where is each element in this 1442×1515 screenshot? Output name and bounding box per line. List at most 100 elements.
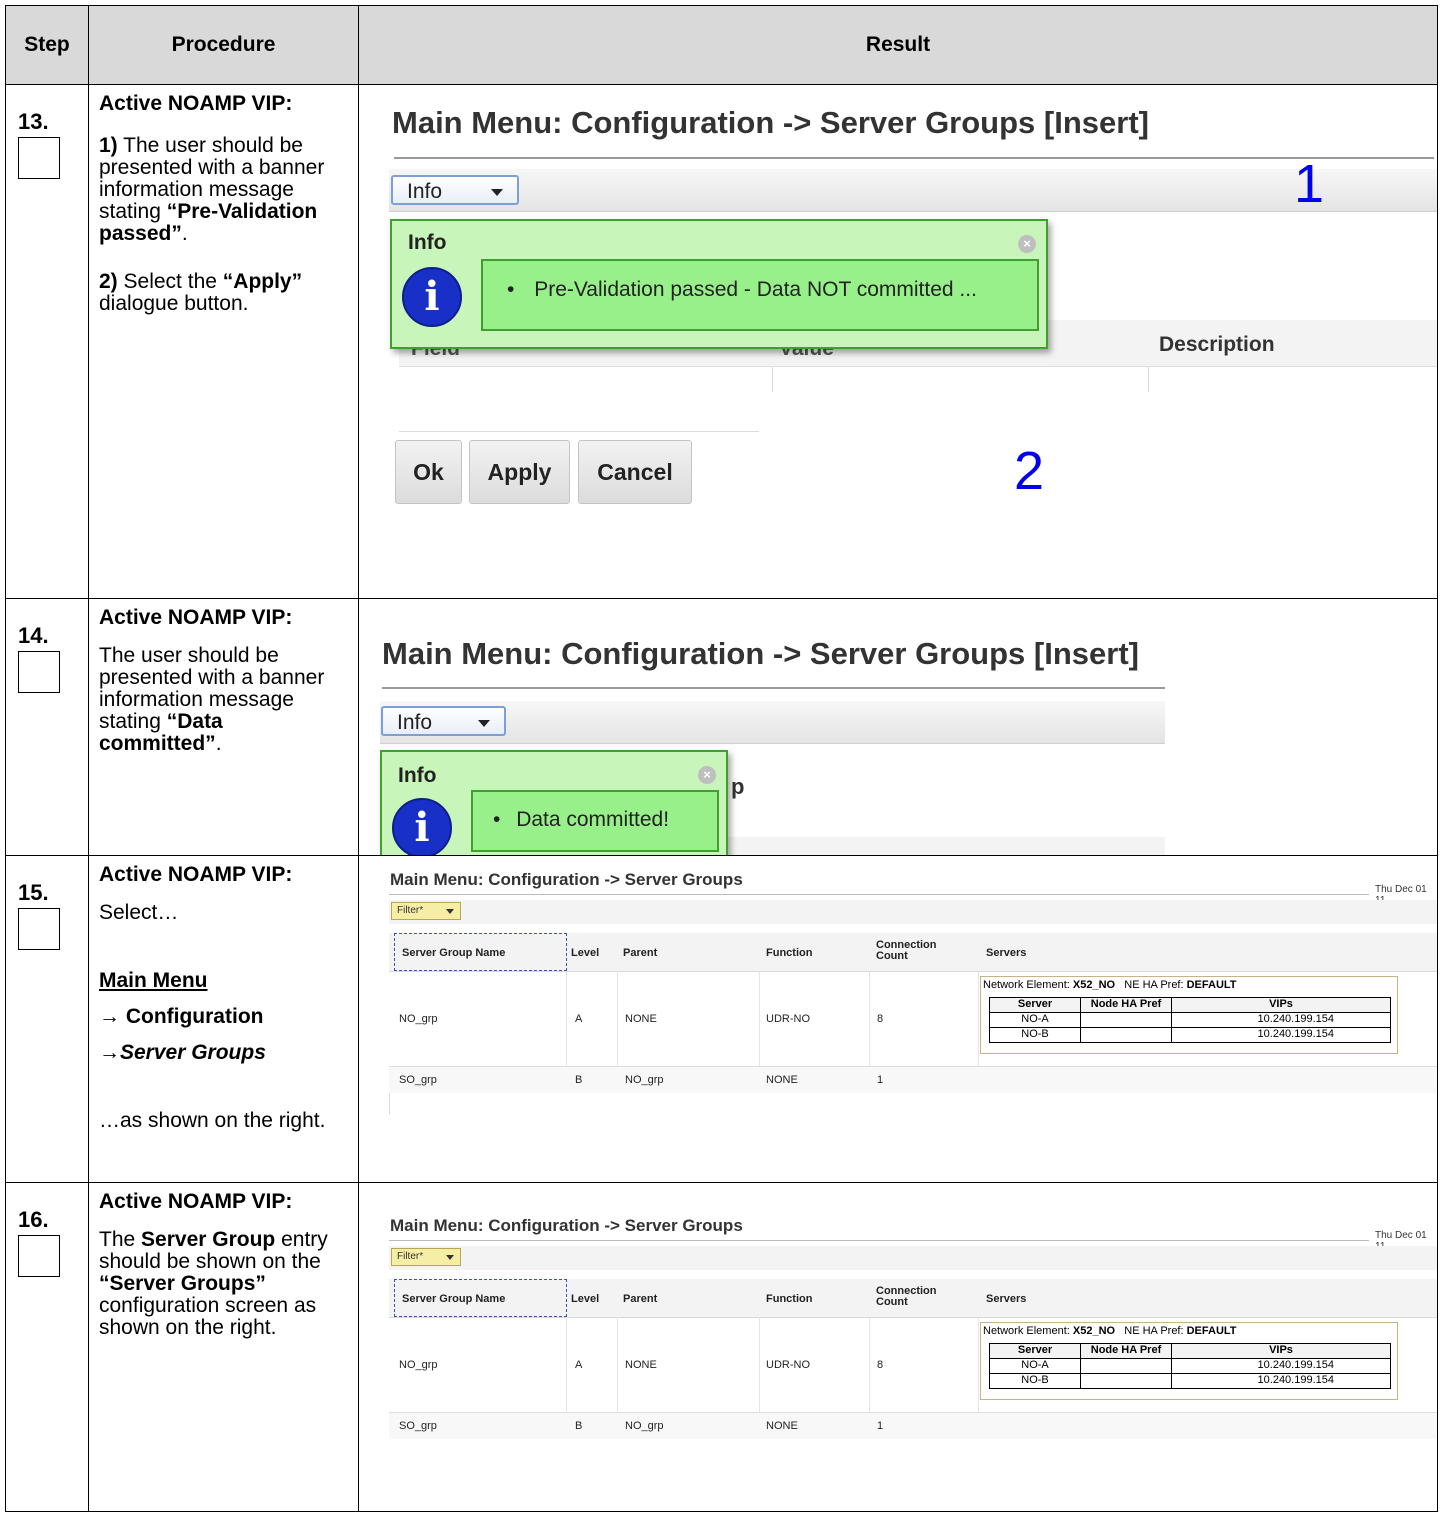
apply-button[interactable]: Apply	[469, 440, 570, 504]
procedure-instruction-1: 1) The user should be presented with a b…	[99, 134, 325, 245]
server-name[interactable]: NO-B	[989, 1373, 1081, 1389]
header-result: Result	[358, 5, 1438, 85]
popup-message: • Pre-Validation passed - Data NOT commi…	[481, 259, 1039, 331]
procedure-instruction-2: 2) Select the “Apply” dialogue button.	[99, 270, 303, 315]
step-checkbox[interactable]	[18, 651, 60, 693]
column-header[interactable]: Function	[766, 1293, 812, 1305]
popup-title: Info	[398, 764, 437, 787]
table-row	[389, 1067, 1437, 1093]
table-cell-name[interactable]: NO_grp	[399, 1013, 438, 1025]
column-header[interactable]: Server Group Name	[402, 947, 505, 959]
column-header[interactable]: Server Group Name	[402, 1293, 505, 1305]
step-row-14: 14. Active NOAMP VIP: The user should be…	[5, 598, 1438, 856]
step-checkbox[interactable]	[18, 1235, 60, 1277]
server-groups-view: Main Menu: Configuration -> Server Group…	[389, 870, 1437, 1120]
column-header[interactable]: Level	[571, 947, 599, 959]
procedure-document: Step Procedure Result 13. Active NOAMP V…	[5, 5, 1438, 1513]
table-cell-count: 1	[877, 1074, 884, 1086]
procedure-heading: Active NOAMP VIP:	[99, 92, 293, 115]
info-icon: i	[392, 798, 452, 855]
table-cell-level: A	[575, 1013, 583, 1025]
step-cell-13: 13.	[5, 84, 89, 599]
table-cell-function: UDR-NO	[766, 1359, 810, 1371]
network-element-box: Network Element: X52_NO NE HA Pref: DEFA…	[980, 1322, 1398, 1400]
close-icon[interactable]: ×	[1018, 235, 1036, 253]
result-cell-14: Main Menu: Configuration -> Server Group…	[358, 598, 1438, 856]
table-cell-parent: NO_grp	[625, 1420, 664, 1432]
servers-subtable: Server Node HA Pref VIPs NO-A 10.240.199.15…	[989, 1343, 1391, 1389]
procedure-cell-14: Active NOAMP VIP: The user should be pre…	[88, 598, 359, 856]
marker-2: 2	[1014, 441, 1045, 501]
cancel-button[interactable]: Cancel	[578, 440, 692, 504]
filter-button[interactable]: Filter*	[391, 1248, 461, 1266]
column-header[interactable]: Connection Count	[876, 940, 956, 962]
result-cell-15: Main Menu: Configuration -> Server Group…	[358, 855, 1438, 1183]
table-cell-name[interactable]: SO_grp	[399, 1420, 437, 1432]
column-header-description-label: Description	[1159, 333, 1275, 356]
header-row: Step Procedure Result	[5, 5, 1438, 85]
table-cell-name[interactable]: SO_grp	[399, 1074, 437, 1086]
procedure-table: Step Procedure Result 13. Active NOAMP V…	[5, 5, 1438, 1512]
chevron-down-icon	[446, 1255, 454, 1260]
header-step: Step	[5, 5, 89, 85]
procedure-heading: Active NOAMP VIP:	[99, 1190, 293, 1213]
column-header[interactable]: Parent	[623, 1293, 657, 1305]
table-cell-name[interactable]: NO_grp	[399, 1359, 438, 1371]
table-cell-level: B	[575, 1074, 583, 1086]
network-element-box: Network Element: X52_NO NE HA Pref: DEFA…	[980, 976, 1398, 1054]
server-name[interactable]: NO-A	[989, 1358, 1081, 1374]
form-table-header	[726, 837, 1165, 855]
column-header[interactable]: Function	[766, 947, 812, 959]
table-cell-function: NONE	[766, 1420, 798, 1432]
ok-button[interactable]: Ok	[395, 440, 462, 504]
table-cell-level: B	[575, 1420, 583, 1432]
table-cell-function: UDR-NO	[766, 1013, 810, 1025]
step-checkbox[interactable]	[18, 908, 60, 950]
step-row-16: 16. Active NOAMP VIP: The Server Group e…	[5, 1182, 1438, 1512]
close-icon[interactable]: ×	[698, 766, 716, 784]
step-cell-15: 15.	[5, 855, 89, 1183]
step-number: 13.	[18, 109, 49, 134]
table-cell-count: 1	[877, 1420, 884, 1432]
toolbar	[389, 900, 1437, 924]
column-header[interactable]: Connection Count	[876, 1286, 956, 1308]
background-text: p	[731, 774, 745, 799]
chevron-down-icon	[491, 189, 503, 196]
step-cell-14: 14.	[5, 598, 89, 856]
step-number: 14.	[18, 623, 49, 648]
table-cell-parent: NONE	[625, 1359, 657, 1371]
step-row-15: 15. Active NOAMP VIP: Select… Main Menu …	[5, 855, 1438, 1183]
menu-path-main: Main Menu	[99, 969, 208, 992]
procedure-cell-16: Active NOAMP VIP: The Server Group entry…	[88, 1182, 359, 1512]
server-name[interactable]: NO-A	[989, 1012, 1081, 1028]
info-popup: Info × i • Pre-Validation passed - Data …	[390, 219, 1048, 349]
filter-button[interactable]: Filter*	[391, 902, 461, 920]
info-dropdown-button[interactable]: Info	[391, 175, 519, 205]
info-dropdown-button[interactable]: Info	[381, 706, 506, 736]
page-title: Main Menu: Configuration -> Server Group…	[392, 105, 1149, 140]
column-header[interactable]: Servers	[986, 1293, 1026, 1305]
procedure-tail: …as shown on the right.	[99, 1109, 326, 1132]
result-cell-13: Main Menu: Configuration -> Server Group…	[358, 84, 1438, 599]
server-name[interactable]: NO-B	[989, 1027, 1081, 1043]
menu-path-server-groups: →Server Groups	[99, 1041, 266, 1064]
column-header[interactable]: Servers	[986, 947, 1026, 959]
server-groups-view: Main Menu: Configuration -> Server Group…	[389, 1216, 1437, 1466]
column-header[interactable]: Level	[571, 1293, 599, 1305]
page-title: Main Menu: Configuration -> Server Group…	[382, 636, 1139, 671]
column-header[interactable]: Parent	[623, 947, 657, 959]
procedure-cell-15: Active NOAMP VIP: Select… Main Menu → Co…	[88, 855, 359, 1183]
popup-title: Info	[408, 231, 447, 254]
popup-message: • Data committed!	[471, 790, 719, 852]
procedure-select: Select…	[99, 901, 179, 924]
step-number: 16.	[18, 1207, 49, 1232]
info-popup: Info × i • Data committed!	[380, 750, 728, 855]
step-checkbox[interactable]	[18, 137, 60, 179]
step-number: 15.	[18, 880, 49, 905]
step-row-13: 13. Active NOAMP VIP: 1) The user should…	[5, 84, 1438, 599]
toolbar	[389, 169, 1437, 212]
toolbar	[389, 1246, 1437, 1270]
title-divider	[394, 157, 1434, 159]
page-title: Main Menu: Configuration -> Server Group…	[390, 870, 743, 889]
table-cell-parent: NONE	[625, 1013, 657, 1025]
